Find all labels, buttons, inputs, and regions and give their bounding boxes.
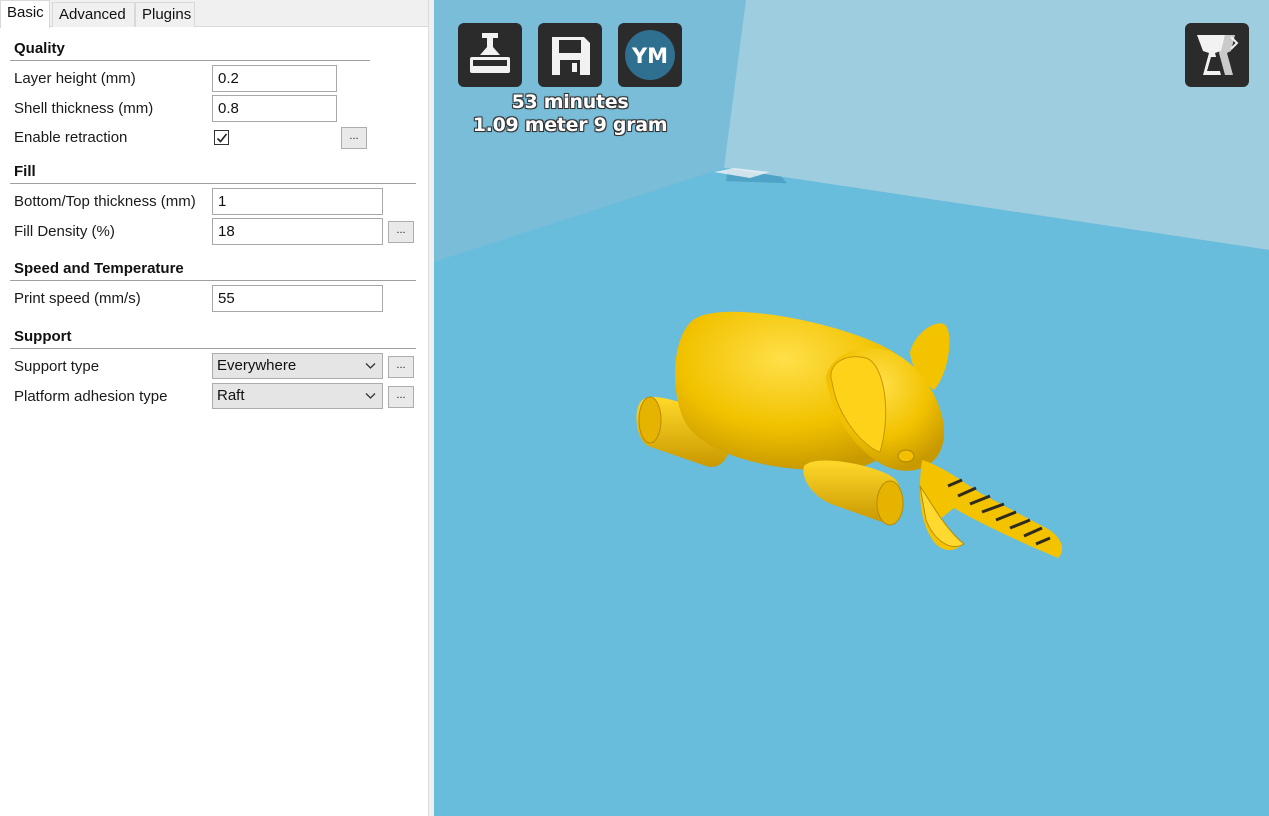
view-mode-button[interactable] — [1185, 23, 1249, 87]
adhesion-type-label: Platform adhesion type — [14, 388, 168, 405]
checkmark-icon — [216, 133, 228, 143]
section-divider — [10, 183, 416, 184]
chevron-down-icon — [365, 363, 376, 369]
support-type-select[interactable]: Everywhere — [212, 353, 383, 379]
section-divider — [10, 348, 416, 349]
3d-viewport[interactable]: YM 53 minutes 1.09 meter 9 gram — [434, 0, 1269, 816]
load-model-button[interactable] — [458, 23, 522, 87]
save-button[interactable] — [538, 23, 602, 87]
section-divider — [10, 60, 370, 61]
print-speed-label: Print speed (mm/s) — [14, 290, 141, 307]
view-mode-icon — [1197, 35, 1239, 75]
section-title-fill: Fill — [14, 163, 36, 180]
shell-thickness-label: Shell thickness (mm) — [14, 100, 154, 117]
section-divider — [10, 280, 416, 281]
tab-advanced[interactable]: Advanced — [52, 2, 135, 27]
section-title-support: Support — [14, 328, 72, 345]
retraction-settings-button[interactable]: ... — [341, 127, 367, 149]
chevron-down-icon — [365, 393, 376, 399]
adhesion-type-value: Raft — [217, 387, 245, 404]
youmagine-label: YM — [631, 44, 668, 68]
adhesion-type-settings-button[interactable]: ... — [388, 386, 414, 408]
support-type-settings-button[interactable]: ... — [388, 356, 414, 378]
settings-tab-bar: Basic Advanced Plugins — [0, 0, 428, 28]
fill-density-settings-button[interactable]: ... — [388, 221, 414, 243]
section-title-quality: Quality — [14, 40, 65, 57]
print-time-estimate: 53 minutes — [511, 91, 629, 113]
support-type-label: Support type — [14, 358, 100, 375]
load-model-icon — [470, 33, 510, 73]
fill-density-label: Fill Density (%) — [14, 223, 115, 240]
fill-density-input[interactable] — [212, 218, 383, 245]
retraction-label: Enable retraction — [14, 129, 128, 146]
layer-height-input[interactable] — [212, 65, 337, 92]
print-speed-input[interactable] — [212, 285, 383, 312]
retraction-checkbox[interactable] — [214, 130, 229, 145]
tab-basic[interactable]: Basic — [0, 0, 50, 28]
bottom-top-thickness-input[interactable] — [212, 188, 383, 215]
print-material-estimate: 1.09 meter 9 gram — [472, 114, 668, 136]
adhesion-type-select[interactable]: Raft — [212, 383, 383, 409]
section-title-speed: Speed and Temperature — [14, 260, 184, 277]
shell-thickness-input[interactable] — [212, 95, 337, 122]
settings-panel: Basic Advanced Plugins Quality Layer hei… — [0, 0, 428, 816]
support-type-value: Everywhere — [217, 357, 297, 374]
youmagine-button[interactable]: YM — [618, 23, 682, 87]
tab-plugins[interactable]: Plugins — [135, 2, 195, 27]
save-floppy-icon — [552, 37, 590, 75]
youmagine-icon: YM — [625, 30, 675, 80]
bottom-top-thickness-label: Bottom/Top thickness (mm) — [14, 193, 196, 210]
layer-height-label: Layer height (mm) — [14, 70, 136, 87]
